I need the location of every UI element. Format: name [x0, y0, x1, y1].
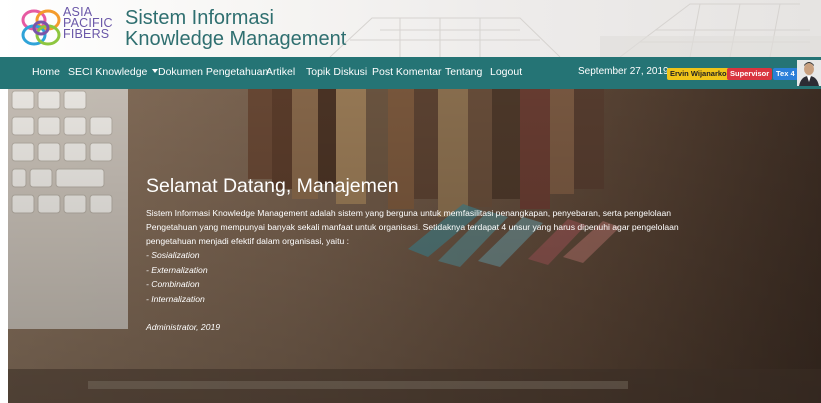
list-item: - Externalization: [146, 264, 208, 275]
author-signature: Administrator, 2019: [146, 322, 221, 332]
list-item: - Sosialization: [146, 250, 200, 260]
app-title-line1: Sistem Informasi: [125, 7, 274, 29]
intro-paragraph: Sistem Informasi Knowledge Management ad…: [146, 208, 679, 246]
user-role-badge: Supervisor: [727, 68, 773, 80]
brand-name: ASIA PACIFIC FIBERS: [63, 6, 113, 41]
welcome-heading: Selamat Datang, Manajemen: [146, 175, 399, 197]
app-title: Sistem Informasi Knowledge Management: [125, 8, 346, 50]
list-item: - Combination: [146, 279, 200, 289]
hero-banner: Selamat Datang, Manajemen Sistem Informa…: [8, 89, 821, 403]
header-background-illustration: [329, 3, 821, 57]
department-badge: Tex 4: [773, 68, 798, 80]
main-navbar: Home SECI Knowledge Dokumen Pengetahuan …: [0, 57, 821, 89]
nav-artikel[interactable]: Artikel: [266, 66, 295, 78]
nav-seci-knowledge[interactable]: SECI Knowledge: [68, 66, 159, 78]
nav-topik-diskusi[interactable]: Topik Diskusi: [306, 66, 367, 78]
seci-unsur-list: - Sosialization - Externalization - Comb…: [146, 248, 706, 306]
site-header: ASIA PACIFIC FIBERS Sistem Informasi Kno…: [0, 0, 821, 57]
nav-post-komentar[interactable]: Post Komentar: [372, 66, 441, 78]
nav-seci-knowledge-label: SECI Knowledge: [68, 66, 148, 78]
nav-logout[interactable]: Logout: [490, 66, 522, 78]
nav-dokumen-pengetahuan[interactable]: Dokumen Pengetahuan: [158, 66, 268, 78]
brand-line-fibers: FIBERS: [63, 27, 110, 41]
nav-home[interactable]: Home: [32, 66, 60, 78]
user-avatar[interactable]: [797, 60, 821, 86]
user-name-badge: Ervin Wijanarko: [667, 68, 730, 80]
app-title-line2: Knowledge Management: [125, 28, 347, 50]
nav-tentang[interactable]: Tentang: [445, 66, 482, 78]
company-logo[interactable]: [18, 6, 64, 50]
hero-content: Selamat Datang, Manajemen Sistem Informa…: [146, 174, 706, 332]
list-item: - Internalization: [146, 293, 205, 304]
current-date: September 27, 2019: [578, 66, 669, 77]
